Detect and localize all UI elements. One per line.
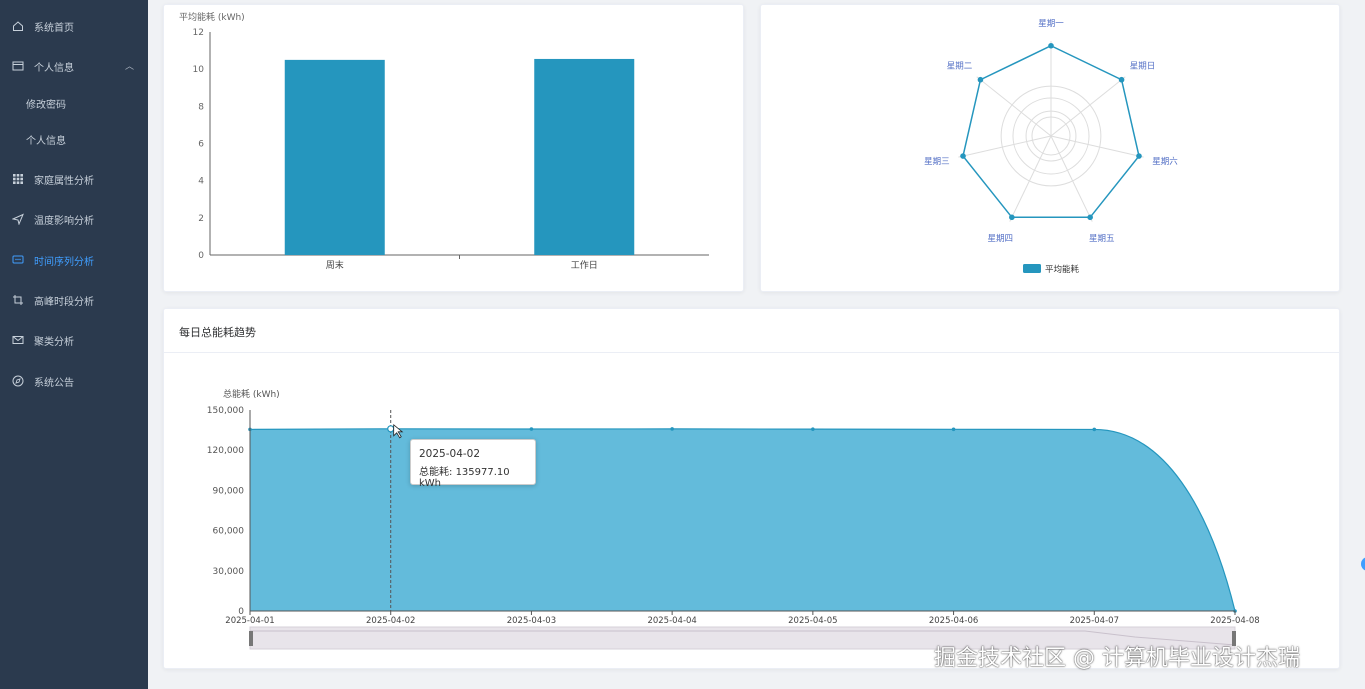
menu-item-label: 个人信息 bbox=[34, 62, 74, 74]
x-tick-label: 2025-04-06 bbox=[929, 616, 978, 626]
y-tick-label: 12 bbox=[193, 28, 204, 38]
menu-item-label: 系统首页 bbox=[34, 22, 74, 34]
radar-indicator-label: 星期五 bbox=[1089, 234, 1115, 244]
radar-point bbox=[960, 153, 966, 159]
menu-item-label: 个人信息 bbox=[26, 135, 66, 147]
y-tick-label: 10 bbox=[193, 65, 205, 75]
radar-point bbox=[1087, 214, 1093, 221]
chat-icon bbox=[12, 254, 24, 266]
x-tick-label: 周末 bbox=[326, 259, 344, 271]
home-icon bbox=[12, 20, 24, 32]
menu-item-cluster-analysis[interactable]: 聚类分析 bbox=[0, 322, 148, 358]
menu-item-label: 系统公告 bbox=[34, 377, 74, 389]
x-tick-label: 2025-04-03 bbox=[507, 616, 556, 626]
radar-point bbox=[1136, 153, 1142, 159]
menu-item-home[interactable]: 系统首页 bbox=[0, 8, 148, 44]
y-tick-label: 90,000 bbox=[213, 486, 245, 496]
tooltip-value-row: 总能耗: 135977.10 kWh bbox=[419, 463, 527, 489]
menu-item-peak-analysis[interactable]: 高峰时段分析 bbox=[0, 282, 148, 318]
compass-icon bbox=[12, 375, 24, 387]
radar-point bbox=[977, 76, 984, 83]
y-tick-label: 60,000 bbox=[213, 527, 245, 537]
y-tick-label: 6 bbox=[198, 140, 204, 150]
y-tick-label: 8 bbox=[198, 102, 204, 112]
tooltip-date: 2025-04-02 bbox=[419, 448, 481, 460]
menu-item-label: 家庭属性分析 bbox=[34, 175, 94, 187]
watermark: 掘金技术社区 @ 计算机毕业设计杰瑞 bbox=[934, 646, 1300, 671]
send-icon bbox=[12, 213, 24, 225]
x-tick-label: 2025-04-02 bbox=[366, 616, 415, 626]
legend-swatch bbox=[1023, 264, 1041, 273]
radar-axis-line bbox=[1050, 135, 1093, 222]
bar bbox=[534, 58, 635, 256]
data-point bbox=[529, 427, 534, 431]
radar-indicator-label: 星期一 bbox=[1038, 19, 1064, 29]
floating-handle[interactable] bbox=[1361, 557, 1365, 571]
y-tick-label: 2 bbox=[198, 214, 204, 224]
daily-energy-area-chart: 总能耗 (kWh)030,00060,00090,000120,000150,0… bbox=[207, 388, 1260, 650]
menu-item-announcements[interactable]: 系统公告 bbox=[0, 363, 148, 399]
x-tick-label: 2025-04-01 bbox=[225, 616, 274, 626]
radar-indicator-label: 星期三 bbox=[924, 157, 950, 167]
bar bbox=[284, 59, 385, 255]
y-tick-label: 120,000 bbox=[207, 446, 244, 456]
x-tick-label: 工作日 bbox=[571, 259, 598, 271]
radar-point bbox=[1118, 76, 1125, 83]
grid-icon bbox=[12, 173, 24, 185]
x-tick-label: 2025-04-05 bbox=[788, 616, 837, 626]
chart-tooltip: 2025-04-02 总能耗: 135977.10 kWh bbox=[410, 439, 536, 489]
radar-indicator-label: 星期六 bbox=[1152, 156, 1178, 167]
mail-icon bbox=[12, 334, 24, 346]
radar-axis-line bbox=[1009, 135, 1052, 222]
menu-item-temperature-analysis[interactable]: 温度影响分析 bbox=[0, 201, 148, 237]
weekday-weekend-card: 平均能耗 (kWh) 0 2 4 6 8 10 12 周末 工作日 bbox=[163, 4, 744, 292]
chevron-up-icon: ︿ bbox=[124, 62, 134, 72]
y-tick-label: 4 bbox=[198, 177, 204, 187]
menu-item-label: 聚类分析 bbox=[34, 336, 74, 348]
data-point bbox=[670, 427, 674, 431]
daily-energy-trend-card: 每日总能耗趋势 总能耗 (kWh) 0 30,000 60,000 90,000 120,… bbox=[163, 308, 1340, 669]
data-point bbox=[951, 427, 956, 432]
x-tick-label: 2025-04-04 bbox=[647, 616, 696, 626]
menu-item-label: 时间序列分析 bbox=[34, 256, 94, 268]
radar-indicator-label: 星期二 bbox=[947, 62, 973, 72]
weekday-weekend-bar-chart: 平均能耗 (kWh) 0 2 4 6 8 10 12 周末 工作日 bbox=[179, 11, 709, 271]
menu-item-change-password[interactable]: 修改密码 bbox=[0, 85, 148, 121]
area-fill bbox=[250, 428, 1235, 611]
hovered-point bbox=[387, 425, 395, 433]
y-axis-label: 总能耗 (kWh) bbox=[223, 388, 280, 400]
tooltip-label: 总能耗: bbox=[419, 467, 453, 478]
x-tick-label: 2025-04-08 bbox=[1210, 616, 1259, 626]
crop-icon bbox=[12, 294, 24, 306]
menu-item-time-series-analysis[interactable]: 时间序列分析 bbox=[0, 242, 148, 278]
radar-indicator-label: 星期四 bbox=[987, 234, 1013, 244]
radar-point bbox=[1009, 214, 1015, 221]
y-tick-label: 30,000 bbox=[213, 567, 245, 577]
data-point bbox=[1092, 427, 1097, 432]
sidebar: 系统首页 个人信息 ︿ 修改密码 个人信息 家庭属性分析 温度影响分析 时间序列… bbox=[0, 0, 148, 689]
data-point bbox=[811, 427, 815, 431]
weekday-radar-chart: 星期一星期日星期六星期五 星期四 星期三 星期二平均能耗 bbox=[924, 19, 1178, 275]
radar-indicator-label: 星期日 bbox=[1130, 62, 1156, 72]
radar-point bbox=[1048, 42, 1054, 49]
y-tick-label: 150,000 bbox=[207, 406, 244, 416]
menu-item-label: 高峰时段分析 bbox=[34, 296, 94, 308]
datazoom-handle-left bbox=[249, 631, 253, 646]
legend-label: 平均能耗 bbox=[1045, 264, 1080, 275]
menu-item-household-analysis[interactable]: 家庭属性分析 bbox=[0, 161, 148, 197]
y-tick-label: 0 bbox=[198, 251, 204, 261]
menu-item-personal-info[interactable]: 个人信息 ︿ bbox=[0, 48, 148, 84]
menu-item-label: 修改密码 bbox=[26, 99, 66, 111]
menu-item-label: 温度影响分析 bbox=[34, 215, 94, 227]
profile-card-icon bbox=[12, 60, 24, 72]
menu-item-personal-info-sub[interactable]: 个人信息 bbox=[0, 121, 148, 157]
y-axis-label: 平均能耗 (kWh) bbox=[179, 11, 245, 23]
x-tick-label: 2025-04-07 bbox=[1070, 616, 1119, 626]
weekday-radar-card: 星期一星期日星期六星期五 星期四 星期三 星期二平均能耗 bbox=[760, 4, 1340, 292]
